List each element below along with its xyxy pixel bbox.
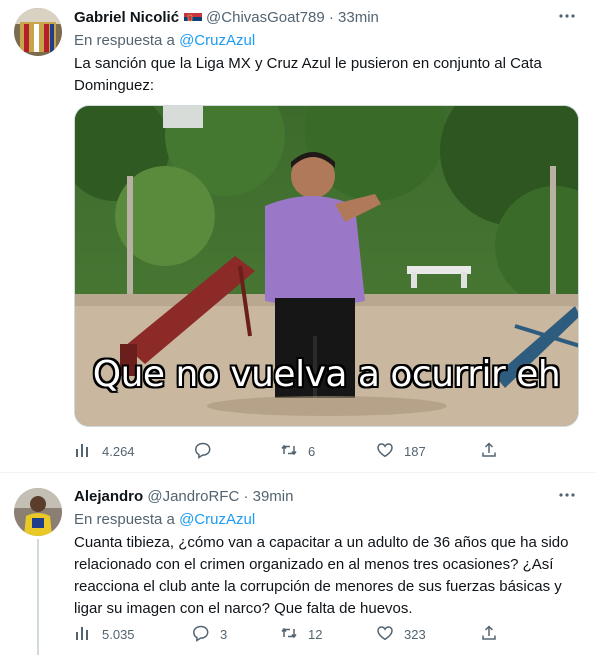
reply-action[interactable] <box>194 440 222 462</box>
views-count: 5.035 <box>102 626 135 642</box>
more-icon[interactable] <box>557 487 577 507</box>
like-action[interactable]: 187 <box>376 440 426 462</box>
like-count: 323 <box>404 626 426 642</box>
reply-prefix: En respuesta a <box>74 511 175 528</box>
like-count: 187 <box>404 443 426 459</box>
views-action[interactable]: 4.264 <box>74 440 135 462</box>
serbia-flag-icon <box>184 11 203 23</box>
retweet-icon <box>280 441 298 462</box>
reply-to-link[interactable]: @CruzAzul <box>179 32 255 49</box>
retweet-action[interactable]: 6 <box>280 440 315 462</box>
avatar[interactable] <box>14 488 62 536</box>
tweet[interactable]: Gabriel Nicolić @ChivasGoat789 · 33min En… <box>0 0 595 472</box>
share-action[interactable] <box>480 623 498 645</box>
views-icon <box>74 624 92 645</box>
reply-to-link[interactable]: @CruzAzul <box>179 511 255 528</box>
meme-caption: Que no vuelva a ocurrir eh <box>92 354 561 395</box>
reply-context: En respuesta a @CruzAzul <box>74 31 255 51</box>
tweet-image[interactable]: Que no vuelva a ocurrir eh <box>74 105 579 427</box>
retweet-count: 6 <box>308 443 316 459</box>
author-name[interactable]: Alejandro <box>74 488 143 505</box>
separator-dot: · <box>243 488 249 505</box>
timestamp[interactable]: 39min <box>253 488 294 505</box>
reply-icon <box>194 441 212 462</box>
like-icon <box>376 441 394 462</box>
reply-context: En respuesta a @CruzAzul <box>74 510 255 530</box>
more-icon[interactable] <box>557 8 577 28</box>
timestamp[interactable]: 33min <box>338 9 379 26</box>
share-icon <box>480 441 498 462</box>
views-action[interactable]: 5.035 <box>74 623 135 645</box>
author-handle[interactable]: @ChivasGoat789 <box>206 9 325 26</box>
retweet-icon <box>280 624 298 645</box>
retweet-action[interactable]: 12 <box>280 623 322 645</box>
views-icon <box>74 441 92 462</box>
reply-count: 3 <box>220 626 228 642</box>
share-action[interactable] <box>480 440 498 462</box>
avatar[interactable] <box>14 8 62 56</box>
tweet-text: La sanción que la Liga MX y Cruz Azul le… <box>74 55 542 94</box>
reply-action[interactable]: 3 <box>192 623 227 645</box>
tweet-text: Cuanta tibieza, ¿cómo van a capacitar a … <box>74 534 569 617</box>
share-icon <box>480 624 498 645</box>
reply-icon <box>192 624 210 645</box>
like-action[interactable]: 323 <box>376 623 426 645</box>
retweet-count: 12 <box>308 626 323 642</box>
author-name[interactable]: Gabriel Nicolić <box>74 9 179 26</box>
tweet[interactable]: Alejandro @JandroRFC · 39min En respuest… <box>0 473 595 655</box>
reply-prefix: En respuesta a <box>74 32 175 49</box>
tweet-header: Gabriel Nicolić @ChivasGoat789 · 33min <box>74 8 379 28</box>
separator-dot: · <box>328 9 334 26</box>
tweet-header: Alejandro @JandroRFC · 39min <box>74 487 293 507</box>
like-icon <box>376 624 394 645</box>
author-handle[interactable]: @JandroRFC <box>147 488 239 505</box>
views-count: 4.264 <box>102 443 135 459</box>
thread-line <box>37 539 39 655</box>
